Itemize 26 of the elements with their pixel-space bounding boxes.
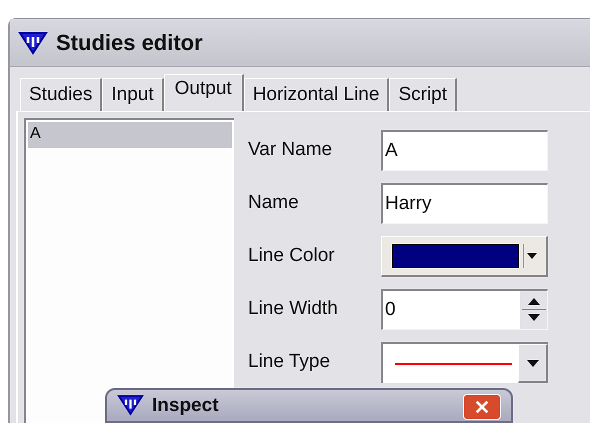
spin-arrows-icon[interactable]	[519, 291, 547, 329]
tab[interactable]: Horizontal Line	[244, 78, 390, 111]
tab[interactable]: Output	[164, 74, 244, 112]
tab[interactable]: Studies	[20, 78, 102, 111]
window-title: Studies editor	[56, 29, 203, 57]
dropdown-button[interactable]	[518, 344, 548, 383]
spin-field[interactable]: 0	[381, 289, 548, 330]
field-label: Line Type	[248, 350, 332, 374]
caret-icon	[526, 360, 538, 366]
app-logo-icon	[117, 394, 144, 416]
list-item[interactable]: A	[28, 122, 232, 148]
input-field[interactable]: A	[381, 130, 548, 171]
field-label: Var Name	[248, 138, 334, 162]
line-type-dropdown[interactable]	[381, 342, 548, 383]
caret-icon	[527, 253, 537, 259]
dialog-title: Inspect	[152, 394, 220, 417]
input-field[interactable]: Harry	[381, 183, 548, 224]
tab[interactable]: Input	[102, 78, 164, 111]
close-icon	[474, 399, 490, 415]
field-label: Line Color	[248, 244, 336, 268]
color-dropdown[interactable]	[381, 236, 548, 277]
field-label: Name	[248, 191, 300, 216]
tab[interactable]: Script	[389, 78, 458, 111]
app-logo-icon	[18, 30, 48, 54]
close-button[interactable]	[463, 394, 501, 420]
field-label: Line Width	[248, 297, 339, 322]
